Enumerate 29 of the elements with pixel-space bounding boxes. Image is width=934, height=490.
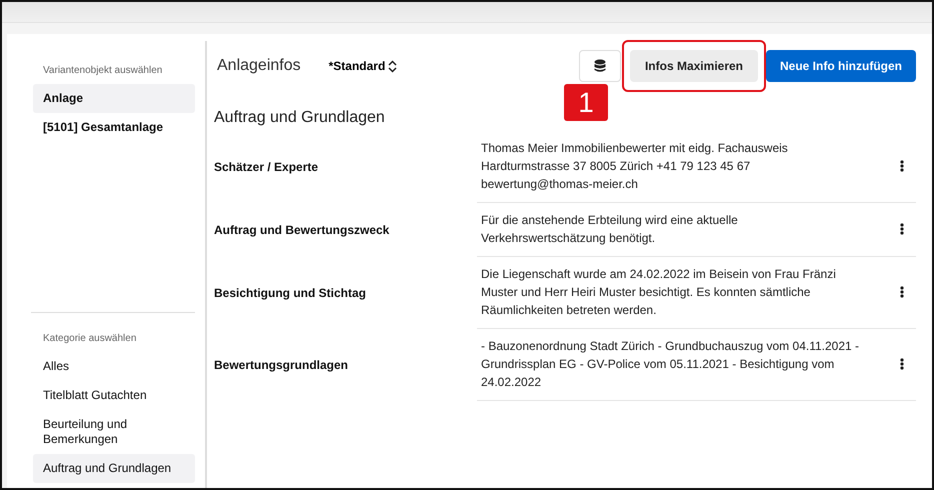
sort-icon	[388, 60, 398, 72]
field-value: Thomas Meier Immobilienbewerter mit eidg. Fachausweis Hardturmstrasse 37 8005 Zürich +41 79 123 45 67 bewertung@thomas-meier.ch	[481, 140, 789, 193]
field-value: Die Liegenschaft wurde am 24.02.2022 im Beisein von Frau Fränzi Muster und Herr Heiri Muster besichtigt. Es konnten sämtliche Räumlichkeiten betreten werden.	[481, 266, 837, 319]
more-icon[interactable]	[900, 160, 904, 172]
sidebar-item[interactable]: Anlage	[33, 84, 195, 113]
more-icon[interactable]	[900, 358, 904, 370]
sidebar-item[interactable]: Alles	[33, 352, 195, 381]
field-value: - Bauzonenordnung Stadt Zürich - Grundbuchauszug vom 04.11.2021 - Grundrissplan EG - GV-Police vom 05.11.2021 - Besichtigung vom 24.02.2022	[481, 338, 860, 391]
add-info-button[interactable]: Neue Info hinzufügen	[766, 50, 916, 82]
field-label: Schätzer / Experte	[214, 159, 320, 176]
database-button[interactable]	[578, 50, 621, 82]
section-label: Variantenobjekt auswählen	[43, 65, 164, 76]
sidebar-item[interactable]: Auftrag und Grundlagen	[33, 454, 195, 483]
more-icon[interactable]	[900, 286, 904, 298]
section-label: Kategorie auswählen	[43, 333, 138, 344]
maximize-button[interactable]: Infos Maximieren	[630, 50, 758, 82]
sidebar-item[interactable]: Titelblatt Gutachten	[33, 381, 195, 410]
more-icon[interactable]	[900, 223, 904, 235]
sidebar-item[interactable]: Beurteilung und Bemerkungen	[33, 410, 195, 454]
sidebar-item[interactable]: [5101] Gesamtanlage	[33, 113, 195, 142]
section-title: Auftrag und Grundlagen	[214, 109, 386, 127]
field-value: Für die anstehende Erbteilung wird eine aktuelle Verkehrswertschätzung benötigt.	[481, 212, 739, 247]
field-label: Bewertungsgrundlagen	[214, 357, 350, 374]
field-label: Besichtigung und Stichtag	[214, 285, 367, 302]
field-label: Auftrag und Bewertungszweck	[214, 222, 390, 239]
variant-select[interactable]: *Standard	[328, 59, 398, 73]
step-badge: 1	[564, 84, 608, 121]
database-icon	[594, 59, 606, 73]
page-title: Anlageinfos	[217, 57, 301, 75]
